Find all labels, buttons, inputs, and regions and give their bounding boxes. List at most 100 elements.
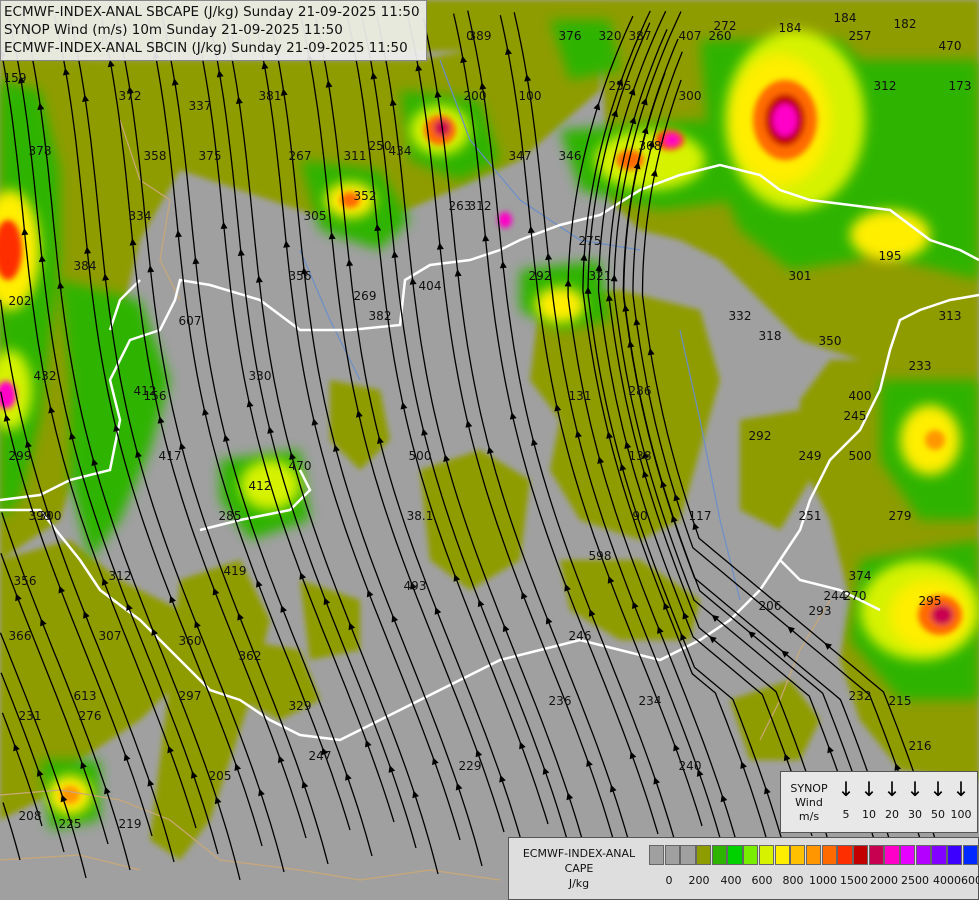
cape-legend-tick-label: 400 (720, 874, 742, 887)
map-value-label: 493 (404, 579, 427, 593)
cape-legend-swatch (947, 845, 963, 865)
cape-legend-swatch (962, 845, 979, 865)
cape-legend-swatch (696, 845, 712, 865)
map-value-label: 378 (29, 144, 52, 158)
title-sbcin: ECMWF-INDEX-ANAL SBCIN (J/kg) Sunday 21-… (4, 40, 408, 56)
map-value-label: 375 (199, 149, 222, 163)
map-value-label: 232 (849, 689, 872, 703)
synop-legend-item: ↓ 50 (927, 778, 949, 822)
synop-legend-line-3: m/s (798, 810, 820, 823)
synop-legend-item: ↓ 10 (858, 778, 880, 822)
cape-legend-title: ECMWF-INDEX-ANAL CAPE J/kg (513, 846, 645, 891)
map-value-label: 352 (354, 189, 377, 203)
map-value-label: 356 (289, 269, 312, 283)
map-value-label: 215 (889, 694, 912, 708)
map-value-label: 300 (679, 89, 702, 103)
synop-legend-item: ↓ 20 (881, 778, 903, 822)
cape-legend-swatch (931, 845, 947, 865)
map-value-label: 350 (819, 334, 842, 348)
map-value-label: 312 (109, 569, 132, 583)
map-value-label: 347 (509, 149, 532, 163)
map-value-label: 231 (19, 709, 42, 723)
map-value-label: 247 (309, 749, 332, 763)
map-value-label: 225 (59, 817, 82, 831)
map-stage: { "titles": [ "ECMWF-INDEX-ANAL SBCAPE (… (0, 0, 979, 900)
map-value-label: 334 (129, 209, 152, 223)
map-value-label: 470 (939, 39, 962, 53)
map-value-label: 376 (559, 29, 582, 43)
map-value-label: 295 (919, 594, 942, 608)
map-value-label: 312 (874, 79, 897, 93)
map-value-label: 362 (239, 649, 262, 663)
map-value-label: 372 (119, 89, 142, 103)
map-value-label: 286 (629, 384, 652, 398)
map-value-label: 313 (939, 309, 962, 323)
title-sbcape: ECMWF-INDEX-ANAL SBCAPE (J/kg) Sunday 21… (4, 4, 420, 20)
map-value-label: 275 (579, 234, 602, 248)
cape-legend-line-1: ECMWF-INDEX-ANAL (522, 847, 636, 860)
cape-legend-tick-label: 4000 (933, 874, 961, 887)
cape-legend-swatch (649, 845, 665, 865)
synop-legend-title: SYNOP Wind m/s (785, 782, 833, 824)
map-title-box: ECMWF-INDEX-ANAL SBCAPE (J/kg) Sunday 21… (0, 0, 427, 61)
map-value-label: 412 (134, 384, 157, 398)
cape-legend-swatch (758, 845, 775, 865)
map-value-label: 299 (9, 449, 32, 463)
map-value-label: 182 (894, 17, 917, 31)
map-value-label: 404 (419, 279, 442, 293)
map-value-label: 382 (369, 309, 392, 323)
map-value-label: 384 (74, 259, 97, 273)
map-value-label: 312 (469, 199, 492, 213)
down-arrow-icon: ↓ (906, 777, 924, 801)
map-value-label: 305 (304, 209, 327, 223)
map-value-label: 279 (889, 509, 912, 523)
cape-legend-swatch (915, 845, 931, 865)
cape-legend-swatch (900, 845, 916, 865)
map-value-label: 598 (589, 549, 612, 563)
map-value-label: 381 (259, 89, 282, 103)
map-value-label: 285 (219, 509, 242, 523)
map-value-label: 249 (799, 449, 822, 463)
map-value-label: 293 (809, 604, 832, 618)
map-value-label: 358 (144, 149, 167, 163)
map-value-label: 255 (609, 79, 632, 93)
cape-legend-swatch (680, 845, 696, 865)
map-value-label: 270 (844, 589, 867, 603)
map-value-label: 307 (99, 629, 122, 643)
map-value-label: 246 (569, 629, 592, 643)
cape-legend-tick-label: 1000 (809, 874, 837, 887)
cape-legend-line-2: CAPE (564, 862, 594, 875)
synop-legend-item: ↓ 100 (950, 778, 972, 822)
cape-legend-tick-label: 1500 (840, 874, 868, 887)
map-value-label: 399 (29, 509, 52, 523)
map-value-label: 613 (74, 689, 97, 703)
map-value-label: 432 (34, 369, 57, 383)
map-value-label: 131 (569, 389, 592, 403)
cape-legend-tick-label: 600 (751, 874, 773, 887)
down-arrow-icon: ↓ (837, 777, 855, 801)
map-value-label: 320 (599, 29, 622, 43)
map-value-label: 272 (714, 19, 737, 33)
cape-legend-swatch (743, 845, 759, 865)
cape-legend-tick-label: 6000 (961, 874, 979, 887)
map-value-label: 417 (159, 449, 182, 463)
map-value-label: 205 (209, 769, 232, 783)
synop-legend-line-2: Wind (795, 796, 823, 809)
synop-legend-item: ↓ 5 (835, 778, 857, 822)
synop-legend-value: 50 (931, 808, 945, 821)
cape-legend-swatch (852, 845, 869, 865)
cape-legend-tick-label: 0 (665, 874, 673, 887)
cape-legend-swatch (790, 845, 806, 865)
cape-legend-swatch (868, 845, 884, 865)
map-value-label: 292 (749, 429, 772, 443)
map-value-label: 38.1 (407, 509, 434, 523)
map-value-label: 419 (224, 564, 247, 578)
map-value-label: 374 (849, 569, 872, 583)
map-value-label: 229 (459, 759, 482, 773)
down-arrow-icon: ↓ (952, 777, 970, 801)
cape-legend-swatch (884, 845, 900, 865)
cape-color-legend: ECMWF-INDEX-ANAL CAPE J/kg 0 200 400 600 800… (508, 837, 979, 900)
map-value-label: 138 (629, 449, 652, 463)
cape-legend-swatch (664, 845, 680, 865)
map-value-label: 90 (632, 509, 647, 523)
